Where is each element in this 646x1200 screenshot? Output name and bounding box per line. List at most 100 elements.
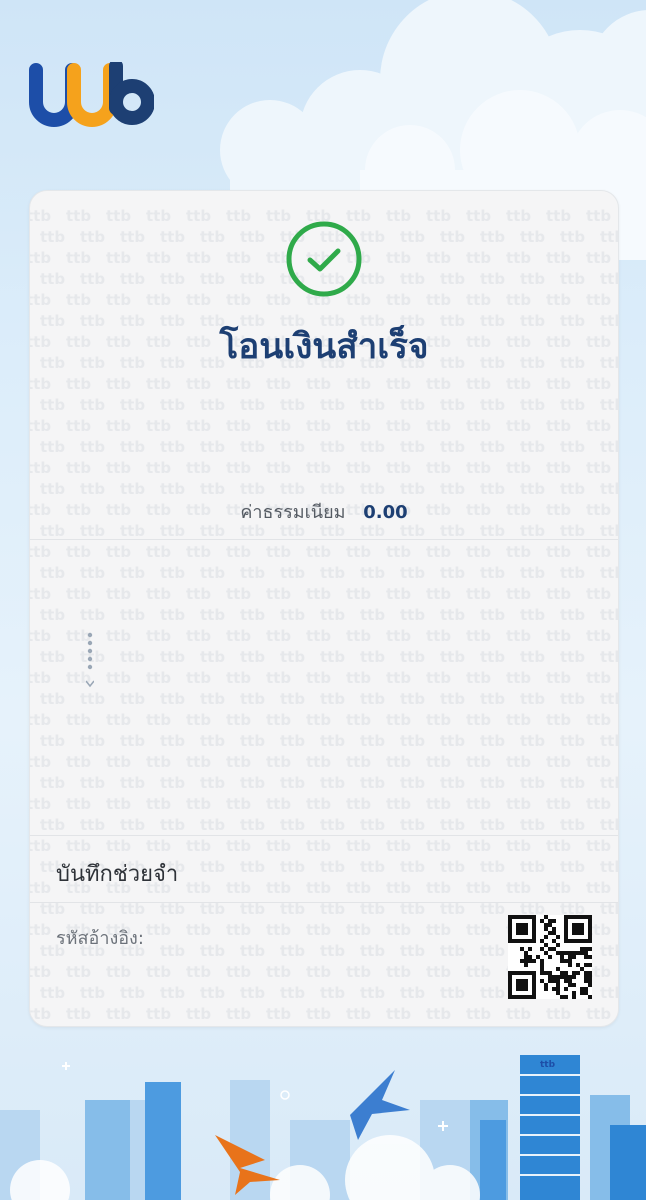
svg-text:ttb: ttb xyxy=(200,690,225,708)
svg-text:ttb: ttb xyxy=(506,753,531,771)
svg-text:ttb: ttb xyxy=(480,564,505,582)
svg-text:ttb: ttb xyxy=(466,879,491,897)
svg-text:ttb: ttb xyxy=(106,459,131,477)
svg-text:ttb: ttb xyxy=(80,480,105,498)
expand-details-icon[interactable] xyxy=(86,631,94,695)
svg-text:ttb: ttb xyxy=(40,984,65,1002)
svg-text:ttb: ttb xyxy=(40,690,65,708)
svg-text:ttb: ttb xyxy=(266,1005,291,1023)
success-check-icon xyxy=(286,221,362,297)
svg-text:ttb: ttb xyxy=(480,648,505,666)
qr-code-icon xyxy=(508,915,592,999)
svg-text:ttb: ttb xyxy=(240,942,265,960)
svg-text:ttb: ttb xyxy=(120,270,145,288)
svg-text:ttb: ttb xyxy=(280,942,305,960)
svg-text:ttb: ttb xyxy=(146,543,171,561)
svg-text:ttb: ttb xyxy=(226,375,251,393)
svg-text:ttb: ttb xyxy=(400,858,425,876)
svg-text:ttb: ttb xyxy=(240,648,265,666)
svg-text:ttb: ttb xyxy=(30,921,51,939)
svg-text:ttb: ttb xyxy=(146,585,171,603)
svg-text:ttb: ttb xyxy=(146,837,171,855)
svg-text:ttb: ttb xyxy=(560,774,585,792)
svg-text:ttb: ttb xyxy=(146,417,171,435)
svg-text:ttb: ttb xyxy=(386,711,411,729)
svg-text:ttb: ttb xyxy=(40,648,65,666)
svg-text:ttb: ttb xyxy=(346,627,371,645)
svg-text:ttb: ttb xyxy=(386,837,411,855)
svg-text:ttb: ttb xyxy=(80,228,105,246)
svg-text:ttb: ttb xyxy=(360,690,385,708)
svg-text:ttb: ttb xyxy=(440,816,465,834)
svg-text:ttb: ttb xyxy=(480,858,505,876)
svg-text:ttb: ttb xyxy=(440,690,465,708)
svg-text:ttb: ttb xyxy=(506,459,531,477)
svg-text:ttb: ttb xyxy=(386,795,411,813)
svg-text:ttb: ttb xyxy=(266,963,291,981)
svg-text:ttb: ttb xyxy=(466,711,491,729)
svg-text:ttb: ttb xyxy=(320,774,345,792)
svg-text:ttb: ttb xyxy=(386,585,411,603)
svg-text:ttb: ttb xyxy=(480,606,505,624)
divider xyxy=(30,539,618,540)
svg-text:ttb: ttb xyxy=(80,984,105,1002)
svg-text:ttb: ttb xyxy=(280,564,305,582)
svg-text:ttb: ttb xyxy=(586,795,611,813)
svg-text:ttb: ttb xyxy=(306,375,331,393)
svg-text:ttb: ttb xyxy=(30,543,51,561)
svg-text:ttb: ttb xyxy=(80,438,105,456)
svg-text:ttb: ttb xyxy=(266,879,291,897)
svg-text:ttb: ttb xyxy=(466,1005,491,1023)
svg-text:ttb: ttb xyxy=(520,396,545,414)
svg-text:ttb: ttb xyxy=(146,249,171,267)
svg-text:ttb: ttb xyxy=(440,606,465,624)
svg-text:ttb: ttb xyxy=(30,375,51,393)
memo-label: บันทึกช่วยจำ xyxy=(56,862,179,887)
svg-text:ttb: ttb xyxy=(186,921,211,939)
svg-text:ttb: ttb xyxy=(240,438,265,456)
svg-text:ttb: ttb xyxy=(506,711,531,729)
svg-text:ttb: ttb xyxy=(360,816,385,834)
svg-text:ttb: ttb xyxy=(600,270,618,288)
svg-text:ttb: ttb xyxy=(240,774,265,792)
svg-text:ttb: ttb xyxy=(600,396,618,414)
svg-text:ttb: ttb xyxy=(506,543,531,561)
svg-text:ttb: ttb xyxy=(226,795,251,813)
svg-text:ttb: ttb xyxy=(200,942,225,960)
svg-text:ttb: ttb xyxy=(520,690,545,708)
svg-text:ttb: ttb xyxy=(506,879,531,897)
svg-text:ttb: ttb xyxy=(240,858,265,876)
svg-text:ttb: ttb xyxy=(30,963,51,981)
svg-text:ttb: ttb xyxy=(280,984,305,1002)
svg-text:ttb: ttb xyxy=(280,480,305,498)
svg-text:ttb: ttb xyxy=(30,879,51,897)
svg-text:ttb: ttb xyxy=(426,795,451,813)
svg-text:ttb: ttb xyxy=(160,690,185,708)
svg-text:ttb: ttb xyxy=(120,606,145,624)
svg-text:ttb: ttb xyxy=(30,669,51,687)
svg-text:ttb: ttb xyxy=(306,921,331,939)
svg-text:ttb: ttb xyxy=(506,837,531,855)
svg-text:ttb: ttb xyxy=(426,921,451,939)
svg-text:ttb: ttb xyxy=(426,753,451,771)
svg-text:ttb: ttb xyxy=(200,984,225,1002)
svg-text:ttb: ttb xyxy=(440,984,465,1002)
svg-text:ttb: ttb xyxy=(80,270,105,288)
svg-text:ttb: ttb xyxy=(560,564,585,582)
svg-text:ttb: ttb xyxy=(186,795,211,813)
svg-text:ttb: ttb xyxy=(266,669,291,687)
svg-text:ttb: ttb xyxy=(320,606,345,624)
svg-text:ttb: ttb xyxy=(360,396,385,414)
svg-text:ttb: ttb xyxy=(306,795,331,813)
svg-text:ttb: ttb xyxy=(106,249,131,267)
svg-text:ttb: ttb xyxy=(386,207,411,225)
svg-text:ttb: ttb xyxy=(480,270,505,288)
svg-text:ttb: ttb xyxy=(360,648,385,666)
svg-text:ttb: ttb xyxy=(466,795,491,813)
svg-text:ttb: ttb xyxy=(506,249,531,267)
svg-text:ttb: ttb xyxy=(40,606,65,624)
svg-text:ttb: ttb xyxy=(40,396,65,414)
svg-text:ttb: ttb xyxy=(520,606,545,624)
svg-text:ttb: ttb xyxy=(466,585,491,603)
svg-text:ttb: ttb xyxy=(560,732,585,750)
